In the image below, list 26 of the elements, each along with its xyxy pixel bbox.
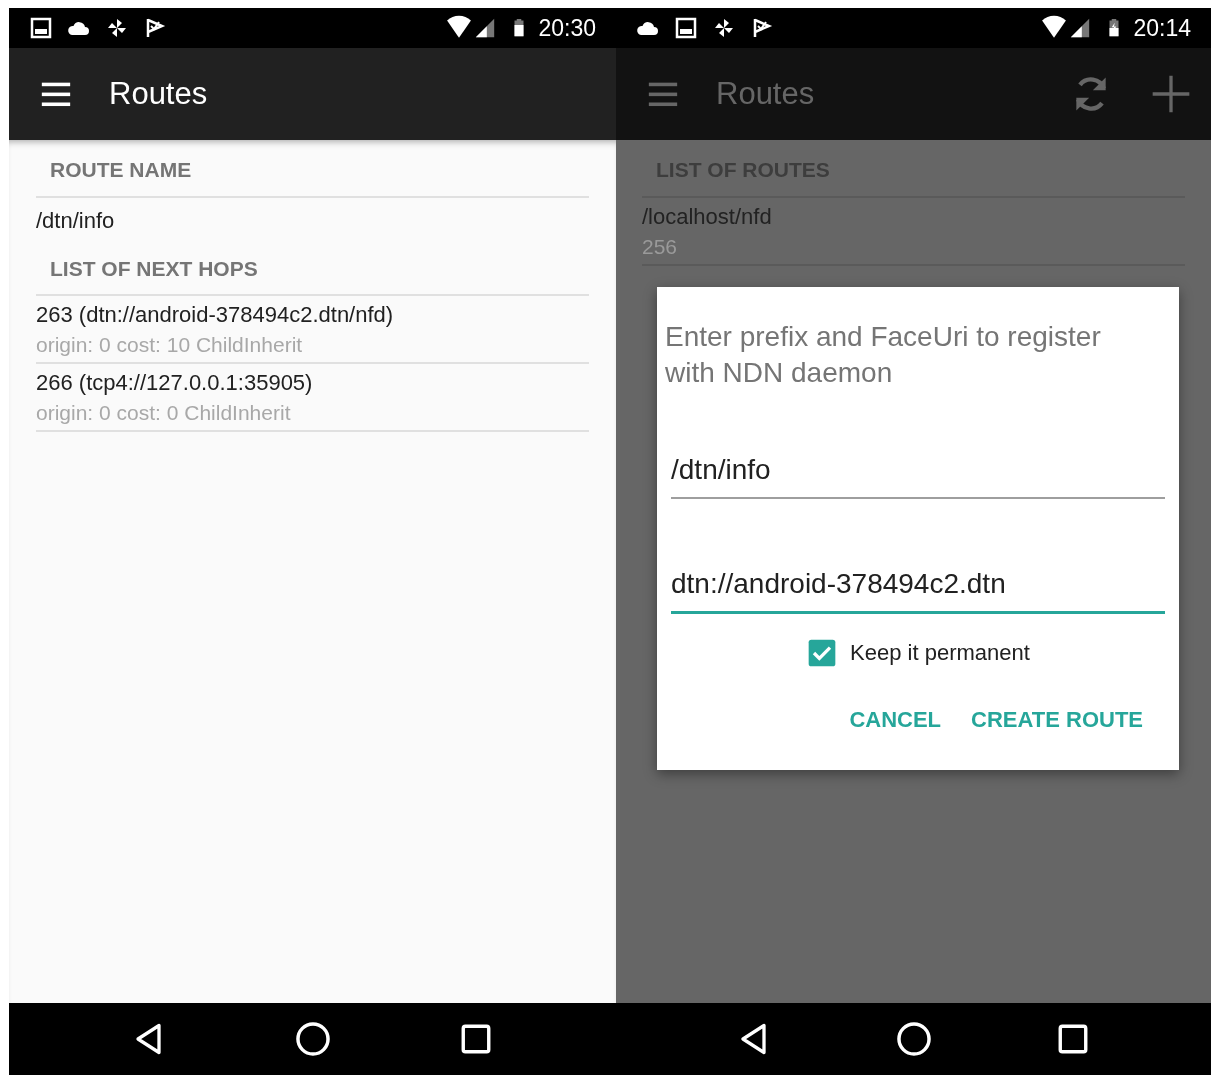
- item-title: /localhost/nfd: [642, 202, 773, 231]
- picture-icon: [29, 16, 53, 40]
- item-title: 266 (tcp4://127.0.0.1:35905): [36, 369, 314, 397]
- toolbar-title: Routes: [109, 74, 208, 113]
- pinwheel-icon: [712, 16, 736, 40]
- list-item[interactable]: 266 (tcp4://127.0.0.1:35905) origin: 0 cost: 0 ChildInherit: [36, 364, 589, 432]
- home-icon[interactable]: [895, 1020, 934, 1058]
- section-header: ROUTE NAME: [36, 140, 589, 198]
- checkbox-label: Keep it permanent: [850, 639, 1030, 667]
- toolbar-title: Routes: [716, 74, 815, 113]
- list-item[interactable]: 263 (dtn://android-378494c2.dtn/nfd) origin: 0 cost: 10 ChildInherit: [36, 296, 589, 364]
- item-subtitle: origin: 0 cost: 10 ChildInherit: [36, 332, 304, 358]
- status-time: 20:14: [1133, 13, 1191, 43]
- home-icon[interactable]: [294, 1020, 333, 1058]
- route-name: /dtn/info: [36, 206, 116, 235]
- section-header: LIST OF NEXT HOPS: [36, 238, 589, 296]
- text-field[interactable]: /dtn/info: [671, 449, 1165, 499]
- text-field[interactable]: dtn://android-378494c2.dtn: [671, 563, 1165, 614]
- status-time: 20:30: [538, 13, 596, 43]
- item-title: 263 (dtn://android-378494c2.dtn/nfd): [36, 301, 395, 329]
- signal-icon: [474, 16, 497, 40]
- pinwheel-icon: [105, 16, 129, 40]
- picture-icon: [674, 16, 698, 40]
- signal-icon: [1069, 16, 1092, 40]
- dialog-message: Enter prefix and FaceUri to register with NDN daemon: [665, 320, 1102, 390]
- item-subtitle: origin: 0 cost: 0 ChildInherit: [36, 400, 292, 426]
